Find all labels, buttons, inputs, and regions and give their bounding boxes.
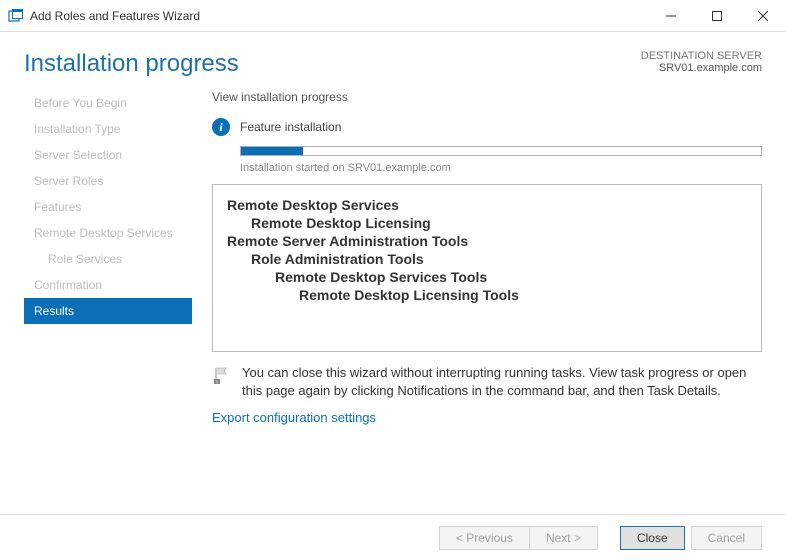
close-window-button[interactable] — [740, 0, 786, 31]
wizard-header: Installation progress DESTINATION SERVER… — [0, 32, 786, 86]
view-label: View installation progress — [212, 90, 762, 104]
hint-row: 1 You can close this wizard without inte… — [212, 364, 762, 400]
step-installation-type: Installation Type — [24, 116, 192, 142]
tree-item: Remote Server Administration Tools — [227, 233, 747, 249]
flag-icon: 1 — [212, 366, 232, 386]
previous-button: < Previous — [439, 526, 529, 550]
progress-fill — [241, 147, 303, 155]
tree-item: Remote Desktop Services Tools — [275, 269, 747, 285]
step-server-roles: Server Roles — [24, 168, 192, 194]
page-title: Installation progress — [24, 50, 239, 78]
feature-tree: Remote Desktop Services Remote Desktop L… — [212, 184, 762, 352]
hint-text: You can close this wizard without interr… — [242, 364, 762, 400]
destination-server: DESTINATION SERVER SRV01.example.com — [641, 50, 762, 74]
status-row: i Feature installation — [212, 118, 762, 136]
destination-value: SRV01.example.com — [641, 62, 762, 74]
step-server-selection: Server Selection — [24, 142, 192, 168]
step-results: Results — [24, 298, 192, 324]
wizard-content: View installation progress i Feature ins… — [192, 86, 762, 514]
export-settings-link[interactable]: Export configuration settings — [212, 410, 376, 425]
progress-bar — [240, 146, 762, 156]
app-icon — [8, 8, 24, 24]
close-button[interactable]: Close — [620, 526, 685, 550]
step-remote-desktop-services: Remote Desktop Services — [24, 220, 192, 246]
destination-label: DESTINATION SERVER — [641, 50, 762, 62]
window-buttons — [648, 0, 786, 31]
step-role-services: Role Services — [24, 246, 192, 272]
tree-item: Role Administration Tools — [251, 251, 747, 267]
sub-status: Installation started on SRV01.example.co… — [240, 162, 762, 174]
wizard-footer: < Previous Next > Close Cancel — [0, 514, 786, 560]
status-text: Feature installation — [240, 120, 341, 134]
next-button: Next > — [529, 526, 598, 550]
tree-item: Remote Desktop Licensing Tools — [299, 287, 747, 303]
window-title: Add Roles and Features Wizard — [30, 9, 648, 23]
minimize-button[interactable] — [648, 0, 694, 31]
cancel-button: Cancel — [691, 526, 762, 550]
step-features: Features — [24, 194, 192, 220]
info-icon: i — [212, 118, 230, 136]
tree-item: Remote Desktop Services — [227, 197, 747, 213]
titlebar: Add Roles and Features Wizard — [0, 0, 786, 32]
step-before-you-begin: Before You Begin — [24, 90, 192, 116]
wizard-steps: Before You Begin Installation Type Serve… — [24, 86, 192, 514]
step-confirmation: Confirmation — [24, 272, 192, 298]
tree-item: Remote Desktop Licensing — [251, 215, 747, 231]
maximize-button[interactable] — [694, 0, 740, 31]
